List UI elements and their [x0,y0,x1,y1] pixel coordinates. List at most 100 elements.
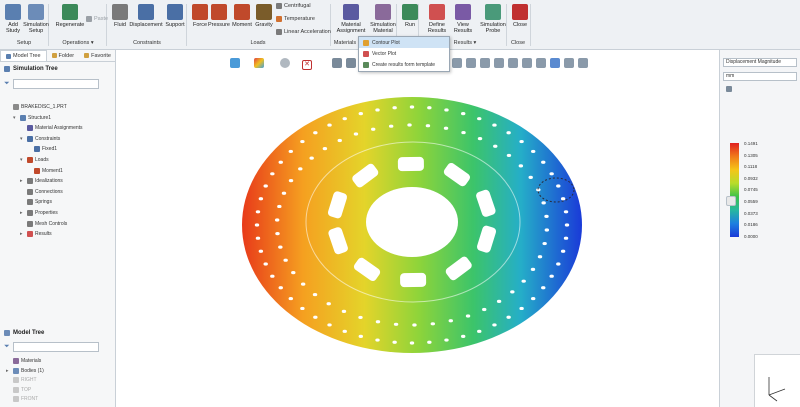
disc-vent-hole [560,249,566,253]
disc-vent-hole [263,262,268,266]
expand-toggle-icon[interactable]: ▸ [20,178,25,184]
unit-select[interactable]: mm [723,72,797,81]
tree-item[interactable]: TOP [6,386,31,393]
tree-item[interactable]: RIGHT [6,377,37,383]
expand-toggle-icon[interactable]: ▾ [20,157,25,163]
simulation-setup-button[interactable]: Simulation Setup [20,4,52,34]
tree-node-icon [20,114,26,121]
disc-vent-hole [327,323,332,327]
disc-vent-hole [492,323,497,327]
legend-color-bar [730,143,739,237]
pressure-label: Pressure [207,22,230,28]
simulation-probe-button[interactable]: Simulation Probe [476,4,510,34]
tree-item[interactable]: ▸ Idealizations [20,178,63,185]
view-results-button[interactable]: View Results [450,4,476,34]
tab-favorite[interactable]: Favorite [79,50,116,61]
menu-item-vector-plot[interactable]: Vector Plot [359,48,449,59]
tree-item[interactable]: Material Assignments [20,125,83,132]
graphics-area[interactable]: ✕ [116,50,719,407]
disc-vent-hole [322,146,328,151]
legend-export-icon[interactable] [726,196,736,206]
define-results-menu: Contour Plot Vector Plot Create results fo… [358,36,450,72]
disc-vent-hole [337,138,342,143]
ribbon-group-label[interactable]: Results ▾ [445,40,485,46]
expand-toggle-icon[interactable]: ▸ [20,210,25,216]
tree-item[interactable]: ▸ Properties [20,210,58,216]
disc-vent-hole [358,112,364,116]
brake-disc-model[interactable] [116,50,719,407]
run-icon [402,4,418,20]
linear-acceleration-label: Linear Acceleration [284,29,331,35]
tab-model-tree[interactable]: Model Tree [0,50,47,61]
linear-acceleration-button[interactable]: Linear Acceleration [276,29,331,35]
tree-item[interactable]: BRAKEDISC_1.PRT [6,104,67,110]
tree-node-icon [13,358,19,364]
run-button[interactable]: Run [400,4,420,28]
define-results-button[interactable]: Define Results [423,4,451,34]
tree-item[interactable]: Mesh Controls [20,220,67,227]
tree-item[interactable]: Moment1 [27,167,63,174]
menu-item-label: Create results form template [372,61,436,68]
legend-settings-icon[interactable] [726,86,732,92]
disc-vent-hole [563,210,569,214]
ribbon-separator [106,4,107,46]
disc-vent-hole [375,320,381,324]
close-button[interactable]: Close [510,4,530,28]
disc-vent-hole [300,306,305,311]
close-icon [512,4,528,20]
coordinate-button[interactable]: Centrifugal [276,3,311,9]
regenerate-button[interactable]: Regenerate [54,4,86,28]
tree-item[interactable]: ▸ Bodies (1) [6,367,44,374]
disc-vent-hole [518,164,524,168]
ribbon-group-label[interactable]: Operations ▾ [50,40,106,46]
expand-toggle-icon[interactable]: ▸ [6,368,11,374]
tree-node-icon [13,104,19,110]
support-button[interactable]: Support [162,4,188,28]
tree-node-icon [27,188,33,195]
expand-toggle-icon[interactable]: ▸ [20,231,25,237]
disc-vent-hole [263,184,268,188]
ribbon-group-label[interactable]: Setup [2,40,46,46]
paste-button[interactable]: Paste [86,16,108,22]
tree-item-label: Results [35,231,52,238]
temperature-button[interactable]: Temperature [276,16,315,22]
model-tree-search-input[interactable] [12,342,99,352]
tree-item[interactable]: Connections [20,188,63,195]
material-assignment-button[interactable]: Material Assignment [334,4,368,34]
simulation-tree-search-input[interactable] [12,79,99,89]
legend-value-label: 0.0000 [744,233,758,239]
disc-vent-hole [291,271,296,275]
tree-item[interactable]: ▸ Results [20,231,52,238]
ribbon-group-label[interactable]: Close [506,40,530,46]
tree-item[interactable]: ▾ Loads [20,157,49,163]
simulation-material-button[interactable]: Simulation Material [366,4,400,34]
menu-item-icon [363,61,369,68]
displacement-button[interactable]: Displacement [128,4,164,28]
center-bore [366,187,458,257]
tree-item[interactable]: Springs [20,199,52,206]
expand-toggle-icon[interactable]: ▾ [20,136,25,142]
fluid-button[interactable]: Fluid [110,4,130,28]
disc-vent-hole [309,156,314,160]
tree-item[interactable]: Fixed1 [27,146,57,153]
tab-folder[interactable]: Folder [47,50,80,61]
expand-toggle-icon[interactable]: ▾ [13,115,18,121]
triad-box [754,354,800,407]
tree-item[interactable]: ▾ Constraints [20,135,60,142]
disc-slot [397,156,424,172]
result-quantity-select[interactable]: Displacement Magnitude [723,58,797,67]
ribbon-group-label[interactable]: Loads [188,40,328,46]
model-tree-header: Model Tree [4,330,44,336]
tree-item[interactable]: FRONT [6,396,38,402]
tree-node-icon [13,367,19,374]
menu-item-create-results-form-template[interactable]: Create results form template [359,59,449,70]
disc-vent-hole [482,307,487,312]
gravity-button[interactable]: Gravity [252,4,276,28]
tree-item[interactable]: Materials [6,358,41,364]
ribbon-group-label[interactable]: Constraints [108,40,186,46]
tree-item[interactable]: ▾ Structure1 [13,114,51,121]
menu-item-contour-plot[interactable]: Contour Plot [359,37,449,48]
ribbon-group-label[interactable]: Materials [330,40,360,46]
tree-node-icon [27,231,33,238]
disc-vent-hole [407,123,412,127]
